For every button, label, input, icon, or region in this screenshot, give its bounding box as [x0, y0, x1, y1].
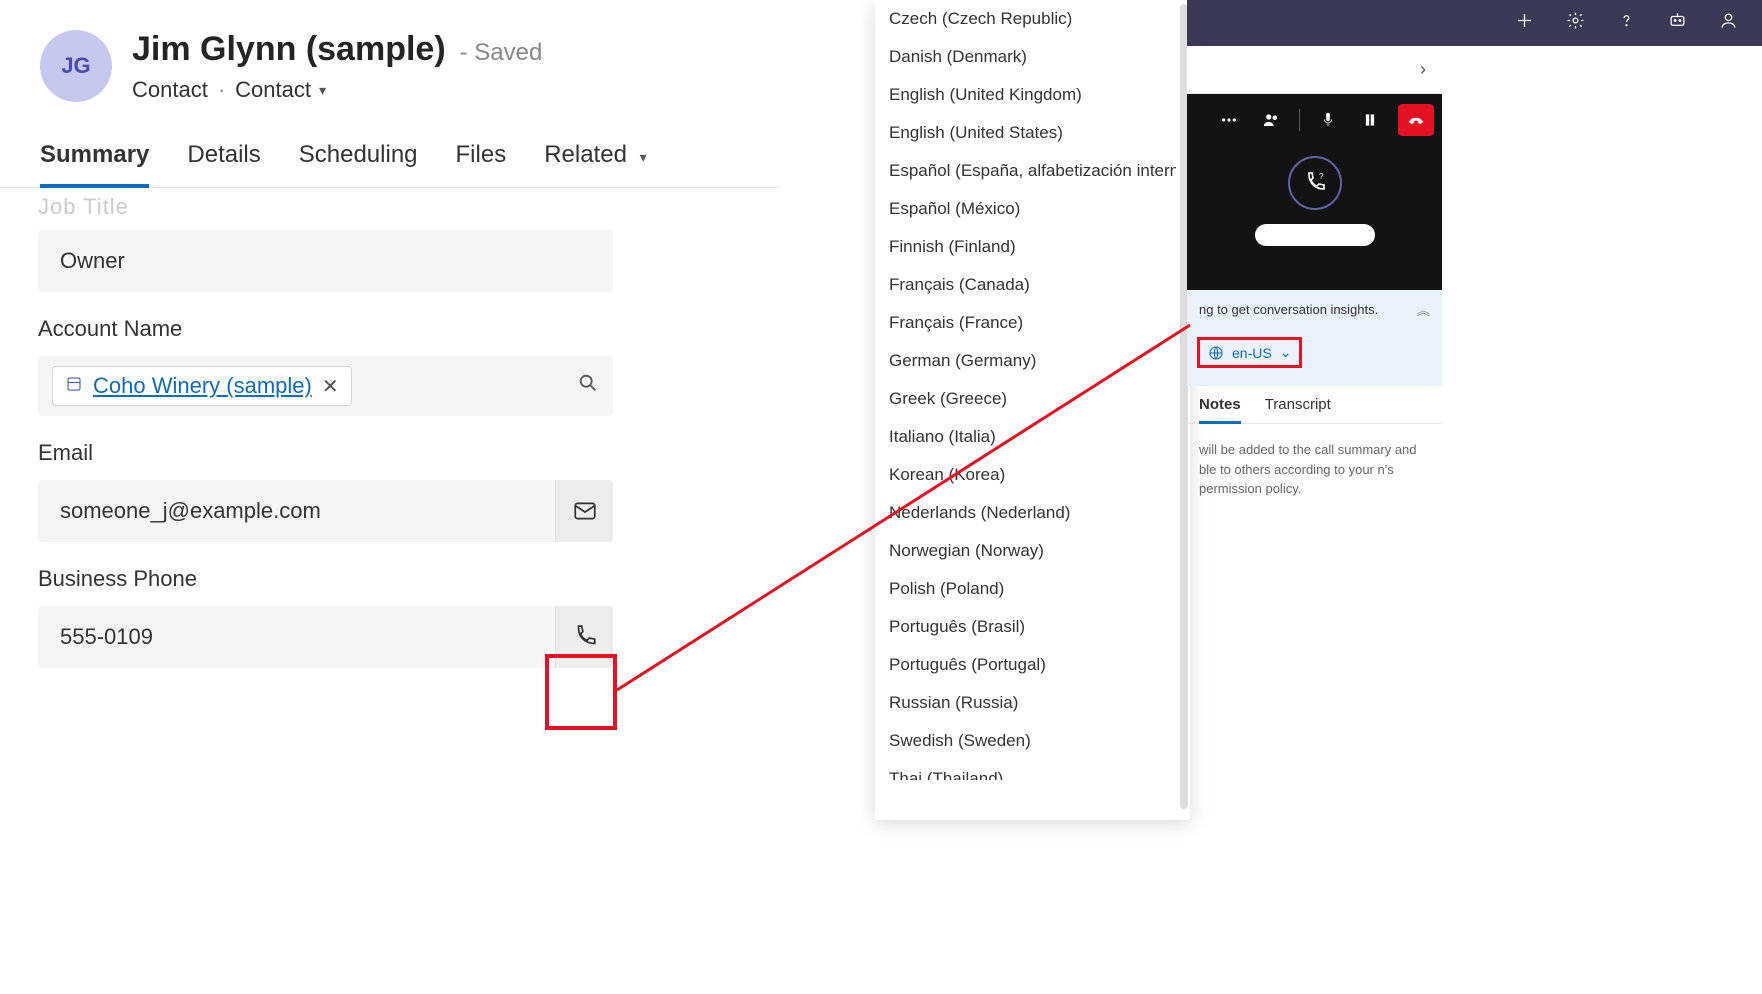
email-value: someone_j@example.com — [60, 498, 533, 524]
caller-display: ? — [1255, 156, 1375, 246]
language-option[interactable]: Polish (Poland) — [875, 570, 1176, 608]
language-option[interactable]: Norwegian (Norway) — [875, 532, 1176, 570]
hangup-button[interactable] — [1398, 104, 1434, 136]
language-option[interactable]: Nederlands (Nederland) — [875, 494, 1176, 532]
account-name-label: Account Name — [38, 316, 742, 342]
call-panel-tabs: Notes Transcript — [1187, 386, 1442, 424]
job-title-value: Owner — [60, 248, 591, 274]
contact-avatar[interactable]: JG — [40, 30, 112, 102]
insight-text: ng to get conversation insights. — [1199, 302, 1378, 317]
tab-files[interactable]: Files — [456, 141, 507, 187]
language-option[interactable]: Thai (Thailand) — [875, 760, 1176, 780]
assistant-icon[interactable] — [1668, 11, 1687, 35]
settings-gear-icon[interactable] — [1566, 11, 1585, 35]
caller-name-redacted — [1255, 224, 1375, 246]
language-option[interactable]: Português (Brasil) — [875, 608, 1176, 646]
language-option[interactable]: Español (España, alfabetización internac… — [875, 152, 1176, 190]
caller-avatar: ? — [1288, 156, 1342, 210]
call-panel: › ? ng to g — [1187, 46, 1442, 515]
account-lookup-pill[interactable]: Coho Winery (sample) ✕ — [52, 366, 352, 406]
remove-lookup-icon[interactable]: ✕ — [322, 374, 339, 399]
send-email-button[interactable] — [555, 480, 613, 542]
chevron-right-icon: › — [1420, 59, 1426, 80]
account-link[interactable]: Coho Winery (sample) — [93, 373, 312, 399]
search-icon[interactable] — [577, 372, 599, 400]
language-option[interactable]: Português (Portugal) — [875, 646, 1176, 684]
language-option[interactable]: Danish (Denmark) — [875, 38, 1176, 76]
contact-name: Jim Glynn (sample) — [132, 30, 446, 69]
contact-tabs: Summary Details Scheduling Files Related… — [0, 103, 780, 188]
tab-details[interactable]: Details — [187, 141, 260, 187]
contact-header: JG Jim Glynn (sample) - Saved Contact · … — [0, 0, 780, 103]
chevron-down-icon: ⌄ — [1280, 344, 1292, 361]
chevron-down-icon: ▾ — [640, 149, 647, 165]
job-title-label-cutoff: Job Title — [38, 188, 742, 220]
more-options-icon[interactable] — [1215, 106, 1243, 134]
mail-icon — [572, 498, 598, 524]
form-selector-dropdown[interactable]: Contact ▾ — [235, 77, 326, 103]
active-call-block: ? — [1187, 94, 1442, 290]
account-name-lookup[interactable]: Coho Winery (sample) ✕ — [38, 356, 613, 416]
language-selector[interactable]: en-US ⌄ — [1197, 337, 1302, 368]
phone-unknown-icon: ? — [1303, 171, 1327, 195]
business-phone-input[interactable]: 555-0109 — [38, 606, 555, 668]
call-phone-button[interactable] — [555, 606, 613, 668]
business-phone-value: 555-0109 — [60, 624, 533, 650]
language-option[interactable]: Greek (Greece) — [875, 380, 1176, 418]
top-navbar — [1187, 0, 1762, 46]
call-controls — [1215, 104, 1434, 136]
hold-pause-icon[interactable] — [1356, 106, 1384, 134]
form-fields: Job Title Owner Account Name Coho Winery… — [0, 188, 780, 668]
language-option[interactable]: Français (France) — [875, 304, 1176, 342]
divider — [1299, 109, 1300, 131]
language-option[interactable]: Français (Canada) — [875, 266, 1176, 304]
email-input[interactable]: someone_j@example.com — [38, 480, 555, 542]
language-option[interactable]: English (United Kingdom) — [875, 76, 1176, 114]
tab-related-label: Related — [544, 141, 627, 168]
help-icon[interactable] — [1617, 11, 1636, 35]
add-icon[interactable] — [1515, 11, 1534, 35]
notes-info-text: will be added to the call summary and bl… — [1187, 424, 1442, 515]
language-option[interactable]: Korean (Korea) — [875, 456, 1176, 494]
globe-icon — [1208, 345, 1224, 361]
tab-notes[interactable]: Notes — [1199, 386, 1241, 423]
form-selector-label: Contact — [235, 77, 311, 103]
insight-banner: ng to get conversation insights. ︽ — [1187, 290, 1442, 329]
account-entity-icon — [65, 373, 83, 399]
collapse-chevrons-icon[interactable]: ︽ — [1417, 300, 1430, 319]
svg-text:?: ? — [1319, 172, 1324, 181]
language-option[interactable]: Italiano (Italia) — [875, 418, 1176, 456]
tab-related[interactable]: Related ▾ — [544, 141, 646, 187]
phone-icon — [572, 624, 598, 650]
language-selected-label: en-US — [1232, 345, 1272, 361]
language-option[interactable]: Swedish (Sweden) — [875, 722, 1176, 760]
language-option[interactable]: Czech (Czech Republic) — [875, 0, 1176, 38]
language-option[interactable]: Español (México) — [875, 190, 1176, 228]
business-phone-label: Business Phone — [38, 566, 742, 592]
language-option[interactable]: Russian (Russia) — [875, 684, 1176, 722]
participants-icon[interactable] — [1257, 106, 1285, 134]
email-label: Email — [38, 440, 742, 466]
language-option[interactable]: English (United States) — [875, 114, 1176, 152]
tab-scheduling[interactable]: Scheduling — [299, 141, 418, 187]
contact-form-panel: JG Jim Glynn (sample) - Saved Contact · … — [0, 0, 780, 668]
job-title-input[interactable]: Owner — [38, 230, 613, 292]
language-dropdown[interactable]: Czech (Czech Republic)Danish (Denmark)En… — [875, 0, 1190, 820]
chevron-down-icon: ▾ — [319, 82, 326, 99]
tab-transcript[interactable]: Transcript — [1265, 386, 1331, 423]
tab-summary[interactable]: Summary — [40, 141, 149, 187]
panel-collapse-row[interactable]: › — [1187, 46, 1442, 94]
mute-mic-icon[interactable] — [1314, 106, 1342, 134]
save-status: - Saved — [460, 39, 543, 67]
separator-dot: · — [218, 77, 225, 103]
profile-icon[interactable] — [1719, 11, 1738, 35]
language-option[interactable]: Finnish (Finland) — [875, 228, 1176, 266]
entity-label: Contact — [132, 77, 208, 103]
language-option[interactable]: German (Germany) — [875, 342, 1176, 380]
